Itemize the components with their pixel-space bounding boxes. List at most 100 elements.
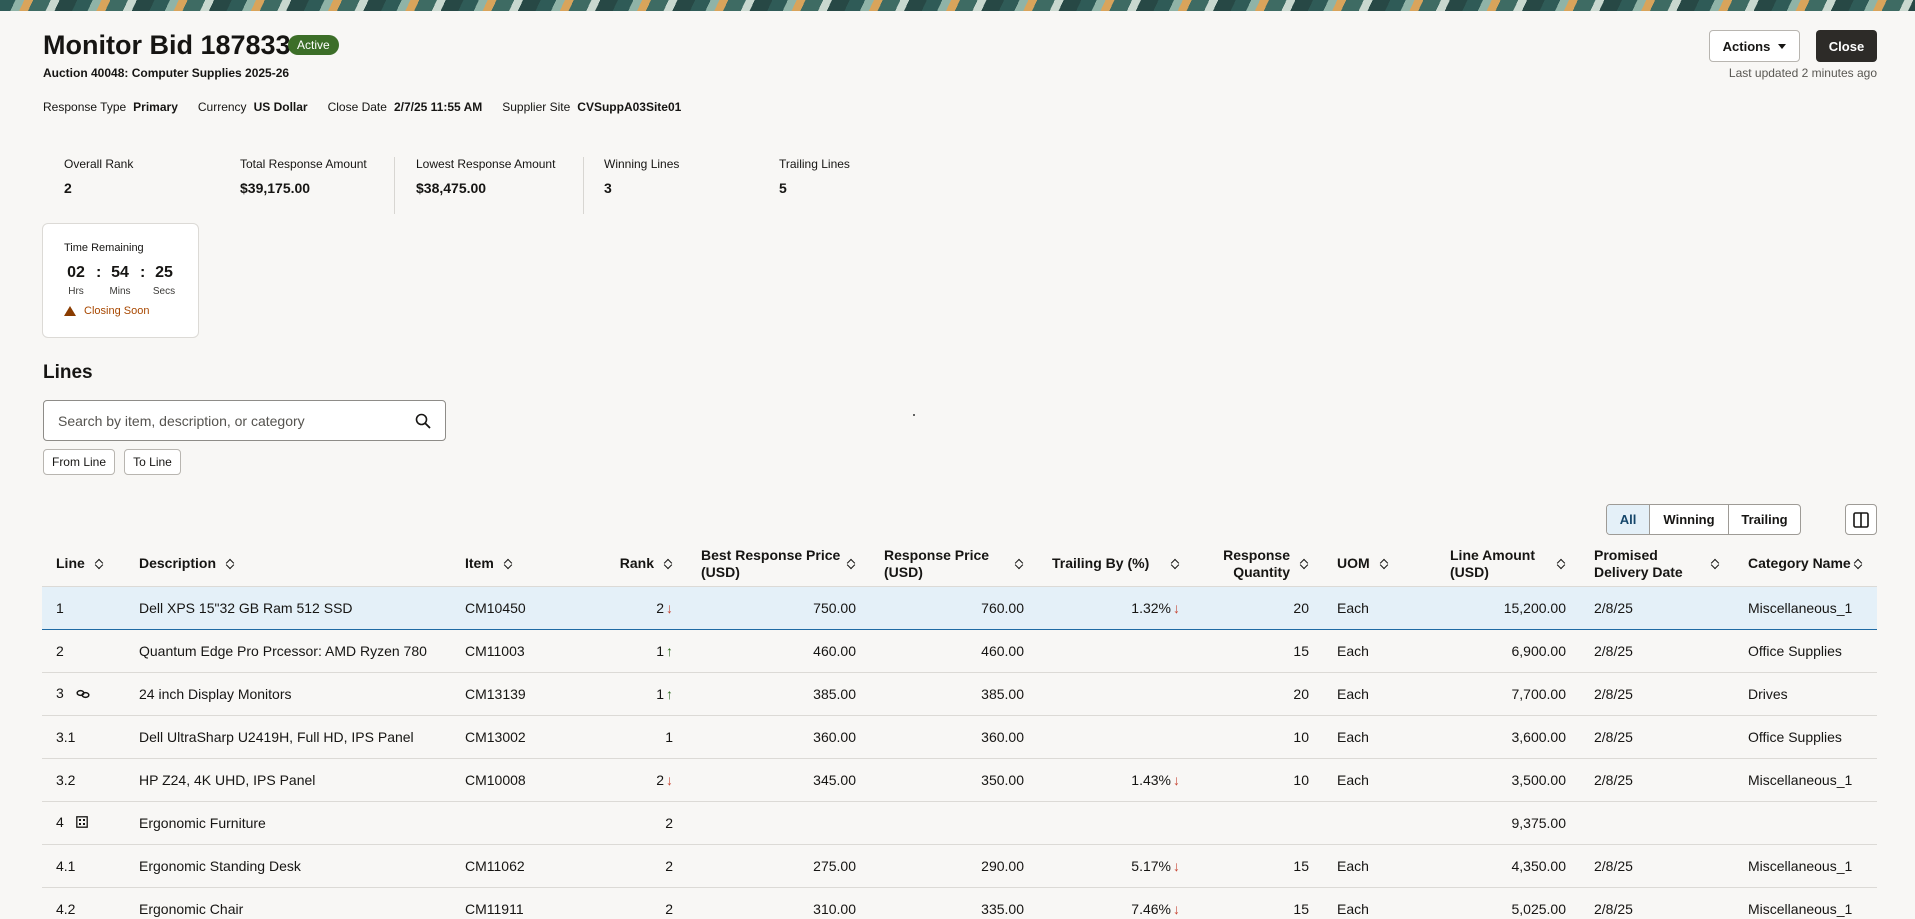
timer-separator: : (140, 264, 146, 281)
cell-quantity: 15 (1194, 844, 1323, 888)
cell-category: Miscellaneous_1 (1734, 585, 1877, 630)
cell-uom: Each (1323, 672, 1436, 716)
table-row[interactable]: 4.2 Ergonomic Chair CM11911 2 310.00 335.00 7.… (42, 887, 1877, 919)
cell-description: Dell XPS 15"32 GB Ram 512 SSD (125, 585, 451, 630)
col-header-quantity[interactable]: Response Quantity (1194, 542, 1323, 586)
arrow-down-icon: ↓ (666, 771, 673, 788)
timer-hours: 02 (67, 264, 85, 281)
cell-delivery-date: 2/8/25 (1580, 887, 1734, 919)
closing-soon-warning: Closing Soon (64, 305, 149, 317)
search-icon[interactable] (415, 413, 431, 429)
col-header-trailing-by[interactable]: Trailing By (%) (1038, 542, 1194, 586)
loading-dot (913, 414, 915, 416)
stat-divider (583, 157, 584, 214)
cell-line: 2 (42, 629, 125, 673)
from-line-filter[interactable]: From Line (43, 449, 115, 475)
cell-line-amount: 5,025.00 (1436, 887, 1580, 919)
cell-category (1734, 801, 1877, 845)
cell-line: 3.1 (42, 715, 125, 759)
cell-quantity: 15 (1194, 629, 1323, 673)
last-updated-text: Last updated 2 minutes ago (1728, 66, 1877, 80)
table-header-row: Line Description Item Rank Best Response… (42, 542, 1877, 586)
arrow-down-icon: ↓ (1173, 771, 1180, 788)
cell-category: Miscellaneous_1 (1734, 844, 1877, 888)
sort-icon (1380, 558, 1389, 570)
col-header-description[interactable]: Description (125, 542, 451, 586)
col-header-rank[interactable]: Rank (589, 542, 687, 586)
stat-lowest-response: Lowest Response Amount $38,475.00 (416, 157, 556, 196)
table-row[interactable]: 4 Ergonomic Furniture 2 9,375.00 (42, 801, 1877, 845)
table-row[interactable]: 3.2 HP Z24, 4K UHD, IPS Panel CM10008 2 ↓ 345… (42, 758, 1877, 802)
cell-quantity: 20 (1194, 585, 1323, 630)
cell-description: Dell UltraSharp U2419H, Full HD, IPS Pan… (125, 715, 451, 759)
col-header-delivery-date[interactable]: Promised Delivery Date (1580, 542, 1734, 586)
cell-delivery-date: 2/8/25 (1580, 672, 1734, 716)
lines-table: Line Description Item Rank Best Response… (42, 542, 1877, 919)
table-row[interactable]: 2 Quantum Edge Pro Prcessor: AMD Ryzen 78… (42, 629, 1877, 673)
filter-all[interactable]: All (1607, 505, 1650, 534)
table-row[interactable]: 3 24 inch Display Monitors CM13139 1 ↑ 385.00… (42, 672, 1877, 716)
header-banner (0, 0, 1915, 11)
cell-trailing-by (1038, 629, 1194, 673)
sort-icon (1557, 558, 1566, 570)
cell-delivery-date: 2/8/25 (1580, 585, 1734, 630)
cell-line-amount: 7,700.00 (1436, 672, 1580, 716)
filter-winning[interactable]: Winning (1650, 505, 1729, 534)
sort-icon (226, 558, 235, 570)
sort-icon (1015, 558, 1024, 570)
col-header-uom[interactable]: UOM (1323, 542, 1436, 586)
filter-trailing[interactable]: Trailing (1729, 505, 1800, 534)
col-header-line[interactable]: Line (42, 542, 125, 586)
cell-quantity: 10 (1194, 758, 1323, 802)
close-button[interactable]: Close (1816, 30, 1877, 62)
cell-best-price (687, 801, 870, 845)
cell-line-amount: 3,500.00 (1436, 758, 1580, 802)
cell-rank: 2 ↓ (589, 585, 687, 630)
cell-trailing-by: 1.43% ↓ (1038, 758, 1194, 802)
search-input[interactable] (44, 401, 404, 440)
cell-rank: 2 ↓ (589, 758, 687, 802)
table-row[interactable]: 4.1 Ergonomic Standing Desk CM11062 2 275.00… (42, 844, 1877, 888)
cell-item: CM11062 (451, 844, 589, 888)
actions-label: Actions (1722, 38, 1771, 54)
page-title: Monitor Bid 187833 (43, 30, 291, 60)
cell-uom: Each (1323, 887, 1436, 919)
cell-line-amount: 15,200.00 (1436, 585, 1580, 630)
cell-rank: 1 ↑ (589, 629, 687, 673)
stat-overall-rank: Overall Rank 2 (64, 157, 134, 196)
cell-line: 4 (42, 801, 125, 845)
col-header-line-amount[interactable]: Line Amount (USD) (1436, 542, 1580, 586)
lines-table-body: 1 Dell XPS 15"32 GB Ram 512 SSD CM10450 2 ↓ 7… (42, 585, 1877, 919)
to-line-filter[interactable]: To Line (124, 449, 181, 475)
cell-line-amount: 6,900.00 (1436, 629, 1580, 673)
cell-uom: Each (1323, 715, 1436, 759)
cell-item: CM13002 (451, 715, 589, 759)
group-icon (75, 815, 88, 831)
actions-button[interactable]: Actions (1709, 30, 1800, 62)
timer-separator: : (96, 264, 102, 281)
cell-line: 4.2 (42, 887, 125, 919)
cell-response-price: 350.00 (870, 758, 1038, 802)
column-layout-button[interactable] (1845, 504, 1877, 535)
col-header-best-price[interactable]: Best Response Price (USD) (687, 542, 870, 586)
cell-best-price: 750.00 (687, 585, 870, 630)
bid-meta: Response Type Primary Currency US Dollar C… (43, 100, 681, 114)
arrow-down-icon: ↓ (1173, 599, 1180, 616)
time-remaining-card: Time Remaining 02 : 54 : 25 Hrs Mins Sec… (42, 223, 199, 338)
col-header-category[interactable]: Category Name (1734, 542, 1877, 586)
col-header-response-price[interactable]: Response Price (USD) (870, 542, 1038, 586)
arrow-down-icon: ↓ (1173, 857, 1180, 874)
sort-icon (504, 558, 513, 570)
sort-icon (1300, 558, 1309, 570)
page-subtitle: Auction 40048: Computer Supplies 2025-26 (43, 66, 290, 80)
table-row[interactable]: 1 Dell XPS 15"32 GB Ram 512 SSD CM10450 2 ↓ 7… (42, 585, 1877, 630)
cell-response-price: 290.00 (870, 844, 1038, 888)
cell-delivery-date: 2/8/25 (1580, 629, 1734, 673)
meta-supplier-site: Supplier Site CVSuppA03Site01 (502, 100, 682, 114)
timer-minutes-label: Mins (109, 286, 131, 297)
arrow-up-icon: ↑ (666, 642, 673, 659)
meta-response-type: Response Type Primary (43, 100, 178, 114)
table-row[interactable]: 3.1 Dell UltraSharp U2419H, Full HD, IPS … (42, 715, 1877, 759)
timer-hours-label: Hrs (68, 286, 84, 297)
col-header-item[interactable]: Item (451, 542, 589, 586)
